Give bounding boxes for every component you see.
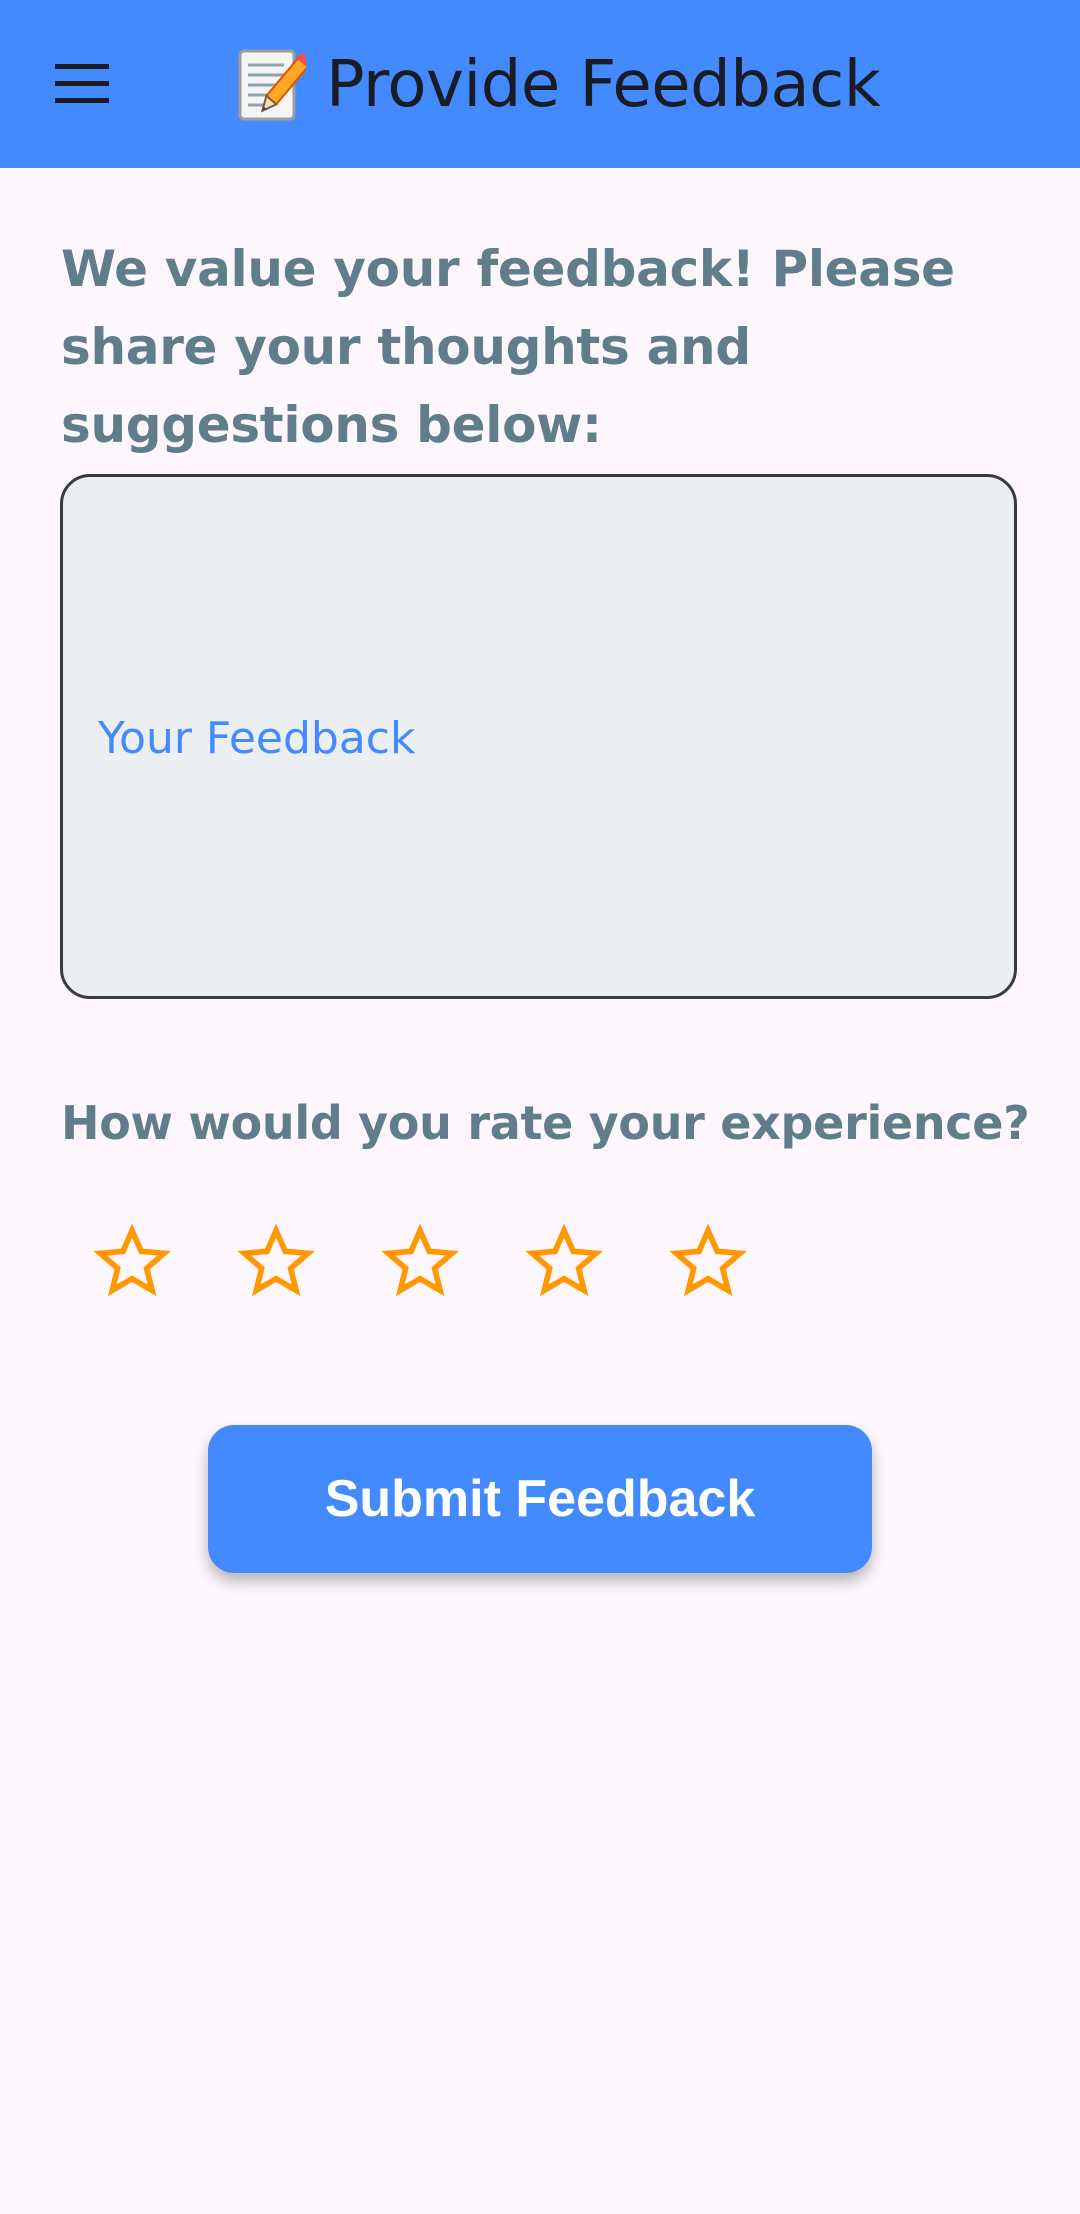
intro-text: We value your feedback! Please share you…	[61, 240, 955, 454]
star-4-button[interactable]	[492, 1190, 636, 1334]
star-rating	[60, 1190, 780, 1334]
page-title: Provide Feedback	[326, 48, 881, 122]
memo-pencil-emoji-icon	[234, 45, 306, 125]
star-1-button[interactable]	[60, 1190, 204, 1334]
submit-button-label: Submit Feedback	[324, 1470, 756, 1528]
menu-button[interactable]	[40, 44, 126, 124]
star-5-button[interactable]	[636, 1190, 780, 1334]
rating-question: How would you rate your experience?	[61, 1096, 1030, 1150]
star-3-button[interactable]	[348, 1190, 492, 1334]
star-outline-icon	[237, 1223, 315, 1297]
submit-feedback-button[interactable]: Submit Feedback	[208, 1425, 872, 1573]
star-outline-icon	[669, 1223, 747, 1297]
star-outline-icon	[381, 1223, 459, 1297]
star-2-button[interactable]	[204, 1190, 348, 1334]
feedback-field-label: Your Feedback	[98, 713, 416, 764]
app-bar-title: Provide Feedback	[234, 40, 881, 130]
feedback-text-field[interactable]: Your Feedback	[60, 474, 1017, 999]
hamburger-menu-icon	[55, 64, 109, 103]
app-bar: Provide Feedback	[0, 0, 1080, 168]
star-outline-icon	[525, 1223, 603, 1297]
star-outline-icon	[93, 1223, 171, 1297]
